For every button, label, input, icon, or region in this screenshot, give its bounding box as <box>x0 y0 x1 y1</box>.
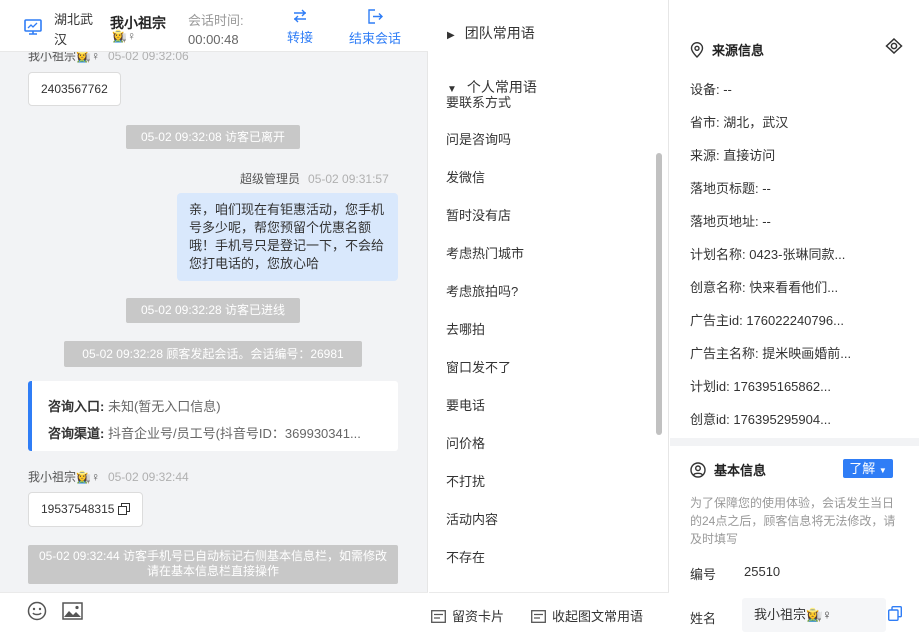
visitor-location: 湖北武汉 <box>54 12 94 47</box>
consult-channel-label: 咨询渠道: <box>48 426 105 441</box>
desktop-device-icon <box>24 19 42 35</box>
visitor-message-bubble[interactable]: 2403567762 <box>28 72 121 106</box>
phrase-item[interactable]: 窗口发不了 <box>446 357 511 376</box>
user-circle-icon <box>690 462 706 478</box>
collapse-phrases-button[interactable]: 收起图文常用语 <box>531 606 643 625</box>
caret-down-icon: ▼ <box>878 466 887 475</box>
phrase-item[interactable]: 发微信 <box>446 167 485 186</box>
transfer-button[interactable]: 转接 <box>278 9 322 46</box>
image-icon[interactable] <box>62 602 83 620</box>
caret-down-icon: ▼ <box>447 84 457 95</box>
chat-message-list[interactable]: 我小祖宗👩‍🌾♀ 05-02 09:32:06 2403567762 05-02 … <box>0 0 428 592</box>
phrase-item[interactable]: 考虑热门城市 <box>446 243 524 262</box>
phrase-item[interactable]: 问是咨询吗 <box>446 129 511 148</box>
source-row-plan-id: 计划id: 176395165862... <box>690 379 831 394</box>
learn-more-label: 了解 <box>849 461 876 476</box>
exit-icon <box>368 9 383 24</box>
phrases-scrollbar[interactable] <box>656 153 662 435</box>
phrase-item[interactable]: 不存在 <box>446 547 485 566</box>
session-time: 00:00:48 <box>188 32 239 47</box>
consult-channel-row: 咨询渠道: 抖音企业号/员工号(抖音号ID：369930341... <box>48 420 382 447</box>
phrase-item[interactable]: 考虑旅拍吗? <box>446 281 518 300</box>
learn-more-button[interactable]: 了解 ▼ <box>843 459 893 478</box>
visitor-sex: 👩‍🌾♀ <box>112 29 136 43</box>
source-row-source: 来源: 直接访问 <box>690 148 776 163</box>
lead-card-button[interactable]: 留资卡片 <box>431 606 504 625</box>
lead-card-label: 留资卡片 <box>452 609 505 624</box>
message-text: 2403567762 <box>41 82 108 96</box>
system-message: 05-02 09:32:44 访客手机号已自动标记右侧基本信息栏，如需修改请在基… <box>28 545 398 584</box>
transfer-label: 转接 <box>286 30 313 45</box>
basic-info-title: 基本信息 <box>690 460 766 479</box>
source-row-province: 省市: 湖北，武汉 <box>690 115 789 130</box>
message-time: 05-02 09:32:44 <box>107 470 189 484</box>
chat-panel: 我小祖宗👩‍🌾♀ 05-02 09:32:06 2403567762 05-02 … <box>0 0 428 632</box>
source-row-landing-title: 落地页标题: -- <box>690 181 771 196</box>
phrase-item[interactable]: 问价格 <box>446 433 485 452</box>
chat-workspace: 我小祖宗👩‍🌾♀ 05-02 09:32:06 2403567762 05-02 … <box>0 0 919 632</box>
source-row-creative-name: 创意名称: 快来看看他们... <box>690 280 839 295</box>
consult-entry-label: 咨询入口: <box>48 399 105 414</box>
agent-message-bubble[interactable]: 亲，咱们现在有钜惠活动，您手机号多少呢，帮您预留个优惠名额哦！手机号只是登记一下… <box>177 193 398 281</box>
source-row-advertiser-name: 广告主名称: 提米映画婚前... <box>690 346 852 361</box>
phrase-item[interactable]: 要电话 <box>446 395 485 414</box>
visitor-message-bubble[interactable]: 19537548315 <box>28 492 143 527</box>
name-label: 姓名 <box>690 611 717 626</box>
personal-phrases-group[interactable]: ▼ 个人常用语 <box>447 77 647 95</box>
transfer-icon <box>294 9 306 23</box>
personal-phrases-label: 个人常用语 <box>466 79 537 95</box>
location-pin-icon <box>690 42 704 58</box>
basic-info-title-text: 基本信息 <box>714 463 767 478</box>
consult-entry-value: 未知(暂无入口信息) <box>107 399 221 414</box>
phrases-panel: ▶ 团队常用语 要联系方式 问是咨询吗 发微信 暂时没有店 考虑热门城市 考虑旅拍… <box>429 0 669 632</box>
source-row-landing-url: 落地页地址: -- <box>690 214 771 229</box>
sender-name: 超级管理员 <box>240 172 301 186</box>
team-phrases-group[interactable]: ▶ 团队常用语 <box>447 23 535 43</box>
copy-icon[interactable] <box>117 503 130 515</box>
source-info-title: 来源信息 <box>690 40 764 59</box>
message-icon <box>531 610 546 623</box>
agent-message-meta: 超级管理员 05-02 09:31:57 <box>240 170 389 187</box>
visitor-message-meta: 我小祖宗👩‍🌾♀ 05-02 09:32:44 <box>28 468 189 485</box>
copy-icon[interactable] <box>888 606 902 621</box>
hide-eye-icon[interactable] <box>885 38 903 54</box>
system-message: 05-02 09:32:28 访客已进线 <box>126 298 300 323</box>
message-time: 05-02 09:31:57 <box>308 172 389 186</box>
consult-channel-value: 抖音企业号/员工号(抖音号ID：369930341... <box>107 426 361 441</box>
sender-name: 我小祖宗👩‍🌾♀ <box>28 470 100 484</box>
team-phrases-label: 团队常用语 <box>464 25 535 41</box>
consult-entry-row: 咨询入口: 未知(暂无入口信息) <box>48 393 382 420</box>
end-session-label: 结束会话 <box>348 31 401 46</box>
system-message: 05-02 09:32:08 访客已离开 <box>126 125 300 149</box>
number-value: 25510 <box>744 564 781 579</box>
personal-phrases-list[interactable]: 要联系方式 问是咨询吗 发微信 暂时没有店 考虑热门城市 考虑旅拍吗? 去哪拍 … <box>429 90 669 588</box>
phrase-item[interactable]: 活动内容 <box>446 509 498 528</box>
name-input[interactable]: 我小祖宗👩‍🌾♀ <box>742 598 886 632</box>
section-divider <box>670 438 919 446</box>
phrase-item[interactable]: 暂时没有店 <box>446 205 511 224</box>
source-row-device: 设备: -- <box>690 82 732 97</box>
message-text: 19537548315 <box>41 502 115 516</box>
number-label: 编号 <box>690 567 717 582</box>
chat-header: 湖北武汉 我小祖宗 👩‍🌾♀ 会话时间: 00:00:48 转接 结束会话 <box>0 0 428 52</box>
consult-entry-card: 咨询入口: 未知(暂无入口信息) 咨询渠道: 抖音企业号/员工号(抖音号ID：3… <box>28 381 398 451</box>
source-row-plan-name: 计划名称: 0423-张琳同款... <box>690 247 846 262</box>
source-row-advertiser-id: 广告主id: 176022240796... <box>690 313 844 328</box>
phrase-item[interactable]: 去哪拍 <box>446 319 485 338</box>
emoji-icon[interactable] <box>27 601 47 621</box>
card-icon <box>431 610 446 623</box>
source-info-title-text: 来源信息 <box>712 43 765 58</box>
system-message: 05-02 09:32:28 顾客发起会话。会话编号：26981 <box>64 341 362 367</box>
session-time-label: 会话时间: <box>188 13 244 28</box>
name-value: 我小祖宗👩‍🌾♀ <box>754 607 832 622</box>
source-row-creative-id: 创意id: 176395295904... <box>690 412 831 427</box>
caret-right-icon: ▶ <box>447 30 455 41</box>
phrase-item[interactable]: 不打扰 <box>446 471 485 490</box>
basic-info-note: 为了保障您的使用体验，会话发生当日的24点之后，顾客信息将无法修改，请及时填写 <box>690 496 896 546</box>
end-session-button[interactable]: 结束会话 <box>344 9 406 47</box>
collapse-phrases-label: 收起图文常用语 <box>552 609 644 624</box>
